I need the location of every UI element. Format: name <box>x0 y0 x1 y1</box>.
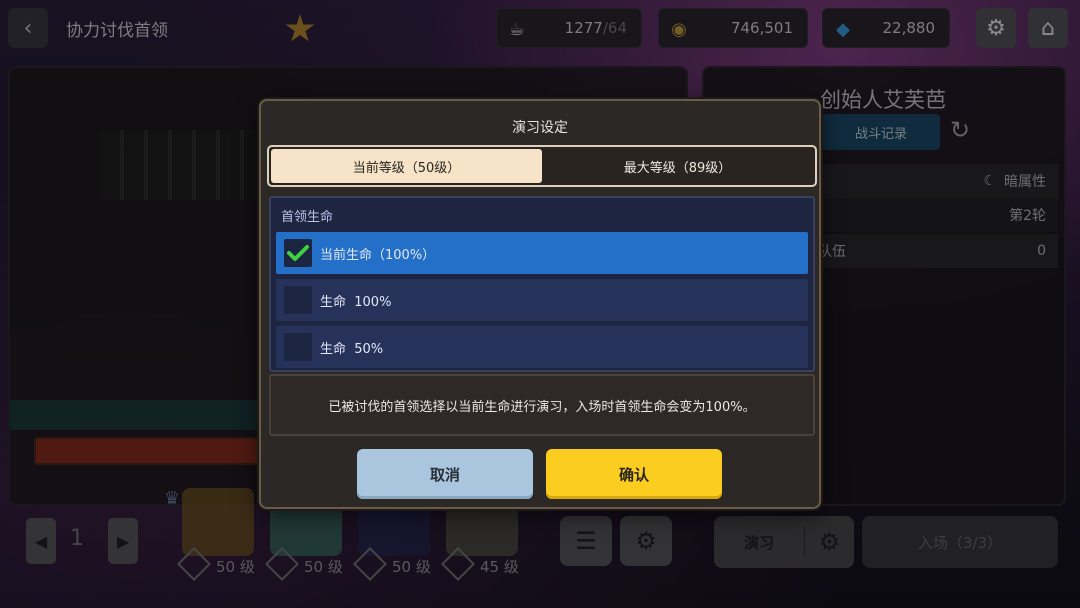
checkbox[interactable] <box>284 333 312 361</box>
section-title: 首领生命 <box>281 210 334 225</box>
option-label: 生命 50% <box>320 341 384 357</box>
checkmark-icon <box>287 245 309 261</box>
option-current-hp[interactable]: 当前生命（100%） <box>276 232 808 274</box>
dialog-title: 演习设定 <box>512 120 568 136</box>
option-label: 当前生命（100%） <box>320 247 436 263</box>
cancel-button[interactable]: 取消 <box>357 449 533 499</box>
tab-max-level[interactable]: 最大等级（89级） <box>542 149 813 183</box>
level-tabs: 当前等级（50级） 最大等级（89级） <box>267 145 817 187</box>
checkbox[interactable] <box>284 286 312 314</box>
confirm-button[interactable]: 确认 <box>546 449 722 499</box>
option-label: 生命 100% <box>320 294 392 310</box>
description-text: 已被讨伐的首领选择以当前生命进行演习，入场时首领生命会变为100%。 <box>269 374 815 436</box>
boss-hp-options: 首领生命 当前生命（100%） 生命 100% 生命 50% <box>269 196 815 372</box>
tab-current-level[interactable]: 当前等级（50级） <box>271 149 542 183</box>
drill-settings-dialog: 演习设定 当前等级（50级） 最大等级（89级） 首领生命 当前生命（100%）… <box>259 99 821 509</box>
option-hp-100[interactable]: 生命 100% <box>276 279 808 321</box>
option-hp-50[interactable]: 生命 50% <box>276 326 808 368</box>
checkbox[interactable] <box>284 239 312 267</box>
